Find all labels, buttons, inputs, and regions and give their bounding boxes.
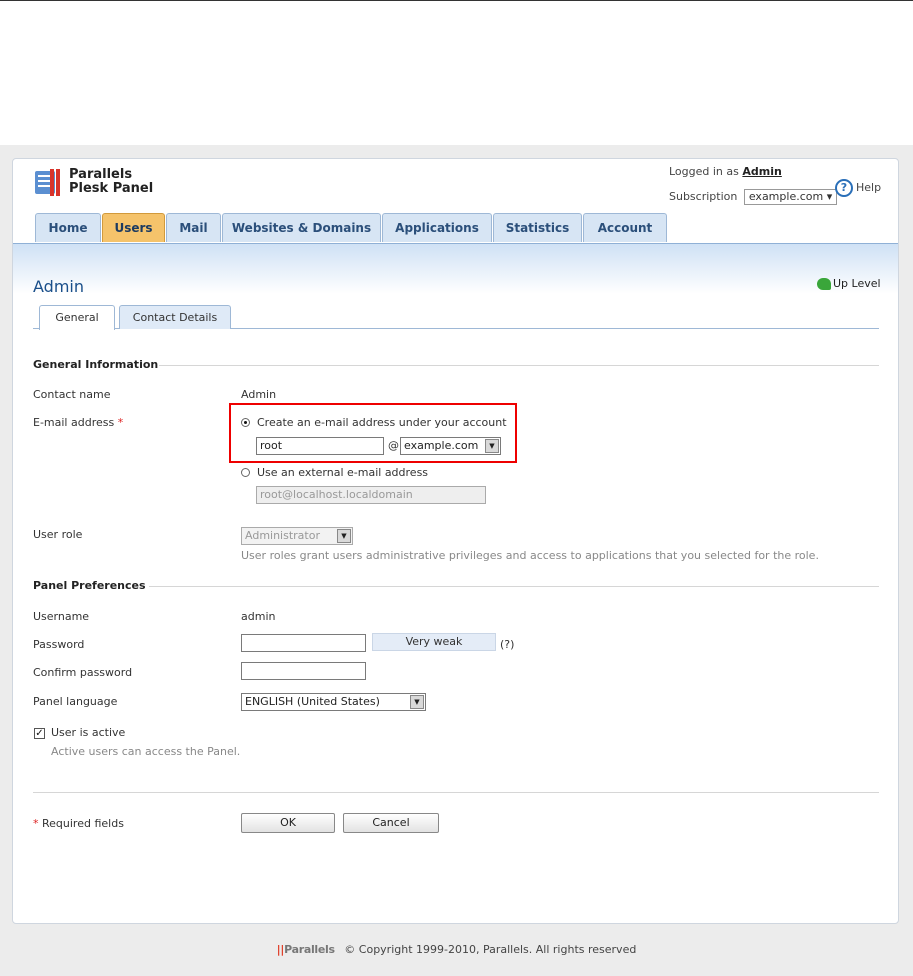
- chevron-down-icon: ▼: [485, 439, 499, 453]
- confirm-password-label: Confirm password: [33, 666, 133, 679]
- panel-language-select[interactable]: ENGLISH (United States) ▼: [241, 693, 426, 711]
- up-level-icon: [817, 278, 831, 290]
- form-divider: [33, 792, 879, 793]
- user-active-checkbox[interactable]: ✓: [34, 728, 45, 739]
- tab-mail[interactable]: Mail: [166, 213, 221, 242]
- user-role-hint: User roles grant users administrative pr…: [241, 549, 819, 562]
- cancel-button[interactable]: Cancel: [343, 813, 439, 833]
- email-domain-value: example.com: [404, 439, 479, 452]
- panel-language-label: Panel language: [33, 695, 118, 708]
- copyright-text: © Copyright 1999-2010, Parallels. All ri…: [344, 943, 637, 956]
- subscription-selector: Subscription example.com ▾: [669, 189, 838, 205]
- required-fields-label: Required fields: [42, 817, 124, 830]
- confirm-password-input[interactable]: [241, 662, 366, 680]
- required-fields-note: * Required fields: [33, 817, 124, 830]
- brand-name: Parallels Plesk Panel: [69, 168, 153, 196]
- tab-home[interactable]: Home: [35, 213, 101, 242]
- tab-account[interactable]: Account: [583, 213, 667, 242]
- section-divider: [159, 365, 879, 366]
- user-role-label: User role: [33, 528, 83, 541]
- brand-line2: Plesk Panel: [69, 181, 154, 196]
- user-role-select[interactable]: Administrator ▼: [241, 527, 353, 545]
- subscription-label: Subscription: [669, 190, 738, 203]
- chevron-down-icon: ▼: [337, 529, 351, 543]
- help-label: Help: [856, 181, 882, 194]
- brand-line1: Parallels: [69, 167, 133, 182]
- user-role-value: Administrator: [245, 529, 320, 542]
- chevron-down-icon: ▼: [410, 695, 424, 709]
- subscription-dropdown[interactable]: example.com ▾: [743, 189, 838, 205]
- top-divider: [0, 0, 913, 1]
- password-label: Password: [33, 638, 85, 651]
- at-sign: @: [388, 439, 399, 452]
- parallels-bars-icon: ||: [276, 943, 285, 956]
- parallels-footer-logo: ||Parallels: [277, 943, 335, 956]
- email-local-part-input[interactable]: root: [256, 437, 384, 455]
- panel-language-value: ENGLISH (United States): [245, 695, 380, 708]
- external-email-input[interactable]: root@localhost.localdomain: [256, 486, 486, 504]
- subscription-value: example.com: [748, 190, 824, 203]
- section-divider: [149, 586, 879, 587]
- contact-name-value: Admin: [241, 388, 277, 401]
- main-tab-bar: Home Users Mail Websites & Domains Appli…: [13, 213, 898, 244]
- help-link[interactable]: ? Help: [835, 179, 881, 197]
- required-asterisk: *: [33, 817, 39, 830]
- logged-in-prefix: Logged in as: [669, 165, 739, 178]
- chevron-down-icon: ▾: [826, 190, 833, 203]
- external-email-option-label: Use an external e-mail address: [257, 466, 429, 479]
- up-level-label: Up Level: [833, 277, 881, 290]
- panel-preferences-heading: Panel Preferences: [33, 579, 146, 592]
- help-icon: ?: [835, 179, 853, 197]
- general-information-heading: General Information: [33, 358, 159, 371]
- page-title: Admin: [33, 277, 84, 296]
- email-domain-select[interactable]: example.com ▼: [400, 437, 501, 455]
- tab-websites-domains[interactable]: Websites & Domains: [222, 213, 381, 242]
- tab-general[interactable]: General: [39, 305, 115, 330]
- footer: ||Parallels © Copyright 1999-2010, Paral…: [0, 943, 913, 956]
- tab-contact-details[interactable]: Contact Details: [119, 305, 231, 329]
- create-email-radio[interactable]: [241, 418, 250, 427]
- create-email-option-label: Create an e-mail address under your acco…: [257, 416, 507, 429]
- ok-button[interactable]: OK: [241, 813, 335, 833]
- username-value: admin: [241, 610, 276, 623]
- external-email-radio[interactable]: [241, 468, 250, 477]
- tab-statistics[interactable]: Statistics: [493, 213, 582, 242]
- login-status: Logged in as Admin: [669, 165, 782, 178]
- password-strength-indicator: Very weak: [372, 633, 496, 651]
- user-active-hint: Active users can access the Panel.: [51, 745, 241, 758]
- contact-name-label: Contact name: [33, 388, 111, 401]
- plesk-logo-icon: [35, 169, 60, 196]
- user-active-label: User is active: [51, 726, 126, 739]
- tab-users[interactable]: Users: [102, 213, 165, 242]
- main-panel: Parallels Plesk Panel Logged in as Admin…: [12, 158, 899, 924]
- required-asterisk: *: [117, 416, 124, 429]
- footer-logo-text: Parallels: [284, 943, 335, 956]
- header-gradient: [13, 244, 898, 294]
- password-help-link[interactable]: (?): [500, 638, 514, 651]
- logged-in-user-link[interactable]: Admin: [742, 165, 781, 178]
- username-label: Username: [33, 610, 90, 623]
- email-address-label: E-mail address *: [33, 416, 123, 429]
- email-label-text: E-mail address: [33, 416, 115, 429]
- password-input[interactable]: [241, 634, 366, 652]
- up-level-link[interactable]: Up Level: [817, 277, 881, 290]
- tab-applications[interactable]: Applications: [382, 213, 492, 242]
